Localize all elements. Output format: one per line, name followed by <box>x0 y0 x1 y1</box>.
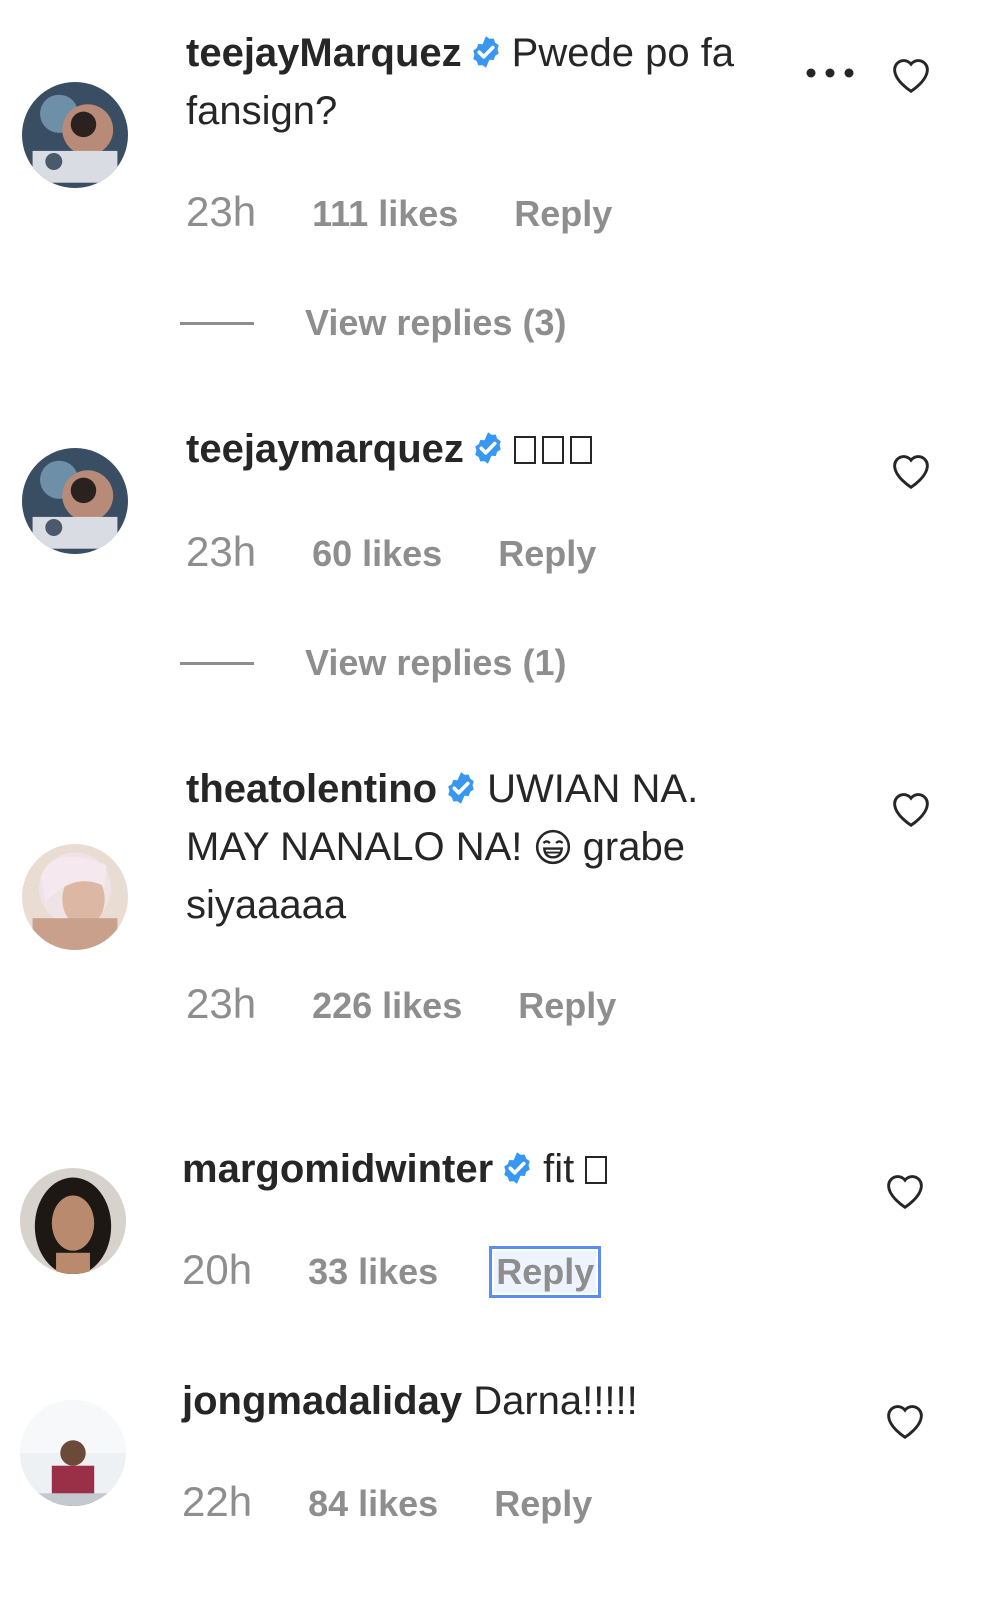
comment-likes[interactable]: 84 likes <box>308 1483 438 1525</box>
verified-badge-icon <box>499 1150 535 1186</box>
missing-glyph-icon <box>569 436 592 464</box>
comment-time[interactable]: 20h <box>182 1246 252 1294</box>
more-options-icon[interactable] <box>804 66 856 80</box>
comment-text-continued: MAY NANALO NA! <box>186 825 523 869</box>
comment-username[interactable]: teejayMarquez <box>186 31 462 75</box>
missing-glyph-icon <box>585 1156 608 1184</box>
avatar[interactable] <box>20 1168 126 1274</box>
comment-username[interactable]: margomidwinter <box>182 1147 493 1191</box>
verified-badge-icon <box>468 34 504 70</box>
avatar-image <box>22 844 128 950</box>
comment-meta: 23h 226 likes Reply <box>186 980 616 1028</box>
reply-button[interactable]: Reply <box>489 1246 602 1298</box>
comment-body: margomidwinter fit <box>182 1140 822 1198</box>
comment-username[interactable]: teejaymarquez <box>186 427 464 471</box>
reply-button[interactable]: Reply <box>498 533 596 575</box>
missing-glyph-icon <box>541 436 564 464</box>
comment-body: teejayMarquez Pwede po fa fansign? <box>186 24 786 140</box>
heart-outline-icon[interactable] <box>889 788 933 828</box>
heart-outline-icon[interactable] <box>883 1170 927 1210</box>
comment-likes[interactable]: 60 likes <box>312 533 442 575</box>
comment-username[interactable]: theatolentino <box>186 767 437 811</box>
reply-button[interactable]: Reply <box>514 193 612 235</box>
avatar-image <box>22 82 128 188</box>
comment-time[interactable]: 23h <box>186 980 256 1028</box>
view-replies-button[interactable]: View replies (1) <box>305 642 566 684</box>
avatar[interactable] <box>22 448 128 554</box>
avatar[interactable] <box>22 82 128 188</box>
comment-text: UWIAN NA. <box>487 767 699 811</box>
comment-text: Pwede po fa <box>511 31 735 75</box>
view-replies-divider <box>180 662 254 665</box>
comment-body: teejaymarquez <box>186 420 786 478</box>
missing-glyph-icon <box>513 436 536 464</box>
avatar-image <box>22 448 128 554</box>
reply-button[interactable]: Reply <box>518 985 616 1027</box>
comment-body: jongmadaliday Darna!!!!! <box>182 1372 822 1430</box>
verified-badge-icon <box>443 770 479 806</box>
comment-text-continued: grabe <box>582 825 685 869</box>
laughing-emoji-icon <box>534 828 572 866</box>
comment-username[interactable]: jongmadaliday <box>182 1379 462 1423</box>
comment-likes[interactable]: 226 likes <box>312 985 462 1027</box>
avatar[interactable] <box>20 1400 126 1506</box>
reply-button[interactable]: Reply <box>494 1483 592 1525</box>
heart-outline-icon[interactable] <box>883 1400 927 1440</box>
avatar-image <box>20 1400 126 1506</box>
comment-time[interactable]: 23h <box>186 188 256 236</box>
comment-text: Darna!!!!! <box>473 1379 638 1423</box>
verified-badge-icon <box>470 430 506 466</box>
comment-text: fit <box>543 1147 575 1191</box>
view-replies-divider <box>180 322 254 325</box>
comment-meta: 20h 33 likes Reply <box>182 1246 602 1298</box>
comment-time[interactable]: 22h <box>182 1478 252 1526</box>
comment-likes[interactable]: 33 likes <box>308 1251 438 1293</box>
comment-meta: 23h 60 likes Reply <box>186 528 596 576</box>
comment-likes[interactable]: 111 likes <box>312 193 458 235</box>
heart-outline-icon[interactable] <box>889 54 933 94</box>
avatar-image <box>20 1168 126 1274</box>
comment-body: theatolentino UWIAN NA. MAY NANALO NA! gr… <box>186 760 826 934</box>
comment-text-continued: siyaaaaa <box>186 883 347 927</box>
comment-time[interactable]: 23h <box>186 528 256 576</box>
view-replies-button[interactable]: View replies (3) <box>305 302 566 344</box>
comment-meta: 23h 111 likes Reply <box>186 188 612 236</box>
comment-text-continued: fansign? <box>186 89 338 133</box>
heart-outline-icon[interactable] <box>889 450 933 490</box>
avatar[interactable] <box>22 844 128 950</box>
comment-meta: 22h 84 likes Reply <box>182 1478 592 1526</box>
